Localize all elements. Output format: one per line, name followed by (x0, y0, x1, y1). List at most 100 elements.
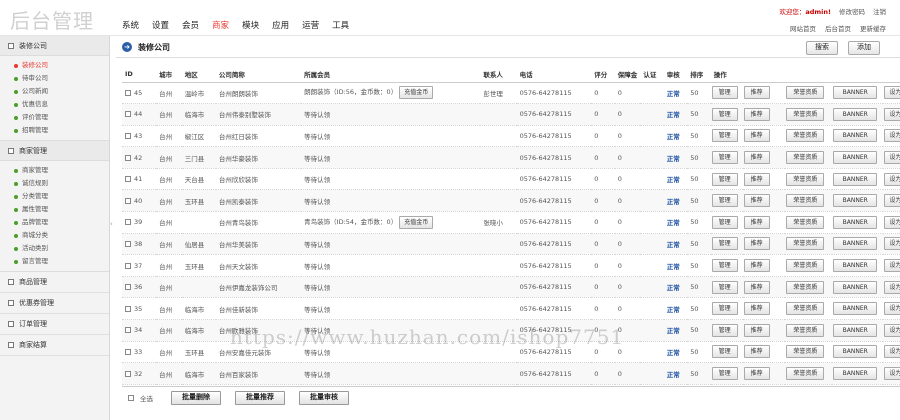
row-status[interactable]: 正常 (663, 362, 688, 385)
row-status[interactable]: 正常 (663, 254, 688, 277)
row-company-name[interactable]: 台州欧雅装饰 (215, 319, 302, 342)
sidebar-group-head[interactable]: 商家管理 (0, 141, 109, 161)
sidebar-item-offers[interactable]: 优惠信息 (14, 98, 109, 111)
manage-button[interactable]: 管理 (711, 151, 738, 165)
batch-review-button[interactable]: 批量审核 (299, 390, 349, 405)
sidebar-item-pending-company[interactable]: 待审公司 (14, 72, 109, 85)
add-button[interactable]: 添加 (848, 41, 880, 55)
banner-button[interactable]: BANNER (833, 259, 878, 273)
row-company-name[interactable]: 台州伊嘉龙装饰公司 (215, 276, 302, 299)
manage-button[interactable]: 管理 (711, 194, 738, 208)
recommend-button[interactable]: 推荐 (743, 302, 770, 316)
nav-item-tools[interactable]: 工具 (332, 19, 349, 31)
set-as-button[interactable]: 设为 (884, 151, 900, 165)
row-company-name[interactable]: 台州华美装饰 (215, 233, 302, 256)
sidebar-item-category[interactable]: 分类管理 (14, 190, 109, 203)
set-as-button[interactable]: 设为 (884, 107, 900, 121)
row-company-name[interactable]: 台州伟泰别墅装饰 (215, 103, 302, 126)
row-company-name[interactable]: 台州佳新装饰 (215, 297, 302, 321)
set-as-button[interactable]: 设为 (884, 86, 900, 100)
row-status[interactable]: 正常 (663, 103, 688, 126)
banner-button[interactable]: BANNER (833, 367, 878, 381)
site-home-link[interactable]: 网站首页 (790, 23, 816, 33)
set-as-button[interactable]: 设为 (884, 345, 900, 359)
row-checkbox[interactable] (125, 176, 131, 183)
sidebar-item-merchant-manage[interactable]: 商家管理 (14, 164, 109, 177)
honor-button[interactable]: 荣誉资质 (786, 323, 825, 337)
row-company-name[interactable]: 台州百家装饰 (215, 362, 302, 385)
sidebar-group-settlement[interactable]: 商家结算 (0, 335, 109, 356)
row-checkbox[interactable] (125, 89, 131, 96)
set-as-button[interactable]: 设为 (884, 280, 900, 294)
manage-button[interactable]: 管理 (711, 86, 738, 100)
recommend-button[interactable]: 推荐 (743, 367, 770, 381)
row-checkbox[interactable] (125, 111, 131, 118)
set-as-button[interactable]: 设为 (884, 194, 900, 208)
honor-button[interactable]: 荣誉资质 (786, 215, 825, 229)
row-company-name[interactable]: 台州红日装饰 (215, 125, 302, 148)
banner-button[interactable]: BANNER (833, 280, 878, 294)
set-as-button[interactable]: 设为 (884, 323, 900, 337)
manage-button[interactable]: 管理 (711, 237, 738, 251)
sidebar-item-decoration-company[interactable]: 装修公司 (14, 59, 109, 72)
row-company-name[interactable]: 台州天文装饰 (215, 254, 302, 277)
sidebar-item-activity-type[interactable]: 活动类别 (14, 242, 109, 255)
select-all-checkbox[interactable] (128, 394, 134, 401)
row-checkbox[interactable] (125, 132, 131, 139)
row-checkbox[interactable] (125, 327, 131, 334)
recommend-button[interactable]: 推荐 (743, 323, 770, 337)
sidebar-item-attribute[interactable]: 属性管理 (14, 203, 109, 216)
row-checkbox[interactable] (125, 348, 131, 355)
nav-item-apps[interactable]: 应用 (272, 19, 289, 31)
row-status[interactable]: 正常 (663, 276, 688, 299)
row-checkbox[interactable] (125, 370, 131, 377)
sidebar-item-mall-category[interactable]: 商城分类 (14, 229, 109, 242)
nav-item-settings[interactable]: 设置 (152, 19, 169, 31)
row-status[interactable]: 正常 (663, 146, 688, 169)
manage-button[interactable]: 管理 (711, 367, 738, 381)
honor-button[interactable]: 荣誉资质 (786, 86, 825, 100)
nav-item-members[interactable]: 会员 (182, 19, 199, 31)
honor-button[interactable]: 荣誉资质 (786, 151, 825, 165)
banner-button[interactable]: BANNER (833, 237, 878, 251)
set-as-button[interactable]: 设为 (884, 215, 900, 229)
row-checkbox[interactable] (125, 240, 131, 247)
sidebar-item-messages[interactable]: 留言管理 (14, 255, 109, 268)
row-checkbox[interactable] (125, 284, 131, 291)
nav-item-operations[interactable]: 运营 (302, 19, 319, 31)
banner-button[interactable]: BANNER (833, 345, 878, 359)
honor-button[interactable]: 荣誉资质 (786, 237, 825, 251)
row-checkbox[interactable] (125, 305, 131, 312)
row-status[interactable]: 正常 (663, 319, 688, 342)
batch-recommend-button[interactable]: 批量推荐 (235, 390, 285, 405)
recommend-button[interactable]: 推荐 (743, 215, 770, 229)
row-status[interactable]: 正常 (663, 189, 688, 213)
nav-item-system[interactable]: 系统 (122, 19, 139, 31)
sidebar-group-head[interactable]: 装修公司 (0, 36, 109, 56)
recommend-button[interactable]: 推荐 (743, 259, 770, 273)
sidebar-collapse-arrow-icon[interactable]: ‹ (110, 220, 113, 228)
logout-link[interactable]: 注销 (873, 6, 886, 16)
row-company-name[interactable]: 台州欣欣装饰 (215, 168, 302, 191)
admin-home-link[interactable]: 后台首页 (825, 23, 851, 33)
manage-button[interactable]: 管理 (711, 280, 738, 294)
manage-button[interactable]: 管理 (711, 129, 738, 143)
sidebar-item-company-news[interactable]: 公司新闻 (14, 85, 109, 98)
row-status[interactable]: 正常 (663, 82, 688, 105)
recommend-button[interactable]: 推荐 (743, 237, 770, 251)
row-checkbox[interactable] (125, 154, 131, 161)
banner-button[interactable]: BANNER (833, 107, 878, 121)
update-cache-link[interactable]: 更新缓存 (860, 23, 886, 33)
banner-button[interactable]: BANNER (833, 302, 878, 316)
recommend-button[interactable]: 推荐 (743, 86, 770, 100)
row-company-name[interactable]: 台州凯泰装饰 (215, 189, 302, 213)
honor-button[interactable]: 荣誉资质 (786, 367, 825, 381)
banner-button[interactable]: BANNER (833, 151, 878, 165)
sidebar-item-reviews[interactable]: 评价管理 (14, 111, 109, 124)
sidebar-item-integrity-rules[interactable]: 诚信规则 (14, 177, 109, 190)
manage-button[interactable]: 管理 (711, 302, 738, 316)
recommend-button[interactable]: 推荐 (743, 345, 770, 359)
honor-button[interactable]: 荣誉资质 (786, 345, 825, 359)
recommend-button[interactable]: 推荐 (743, 172, 770, 186)
recharge-button[interactable]: 充值金币 (399, 215, 434, 229)
